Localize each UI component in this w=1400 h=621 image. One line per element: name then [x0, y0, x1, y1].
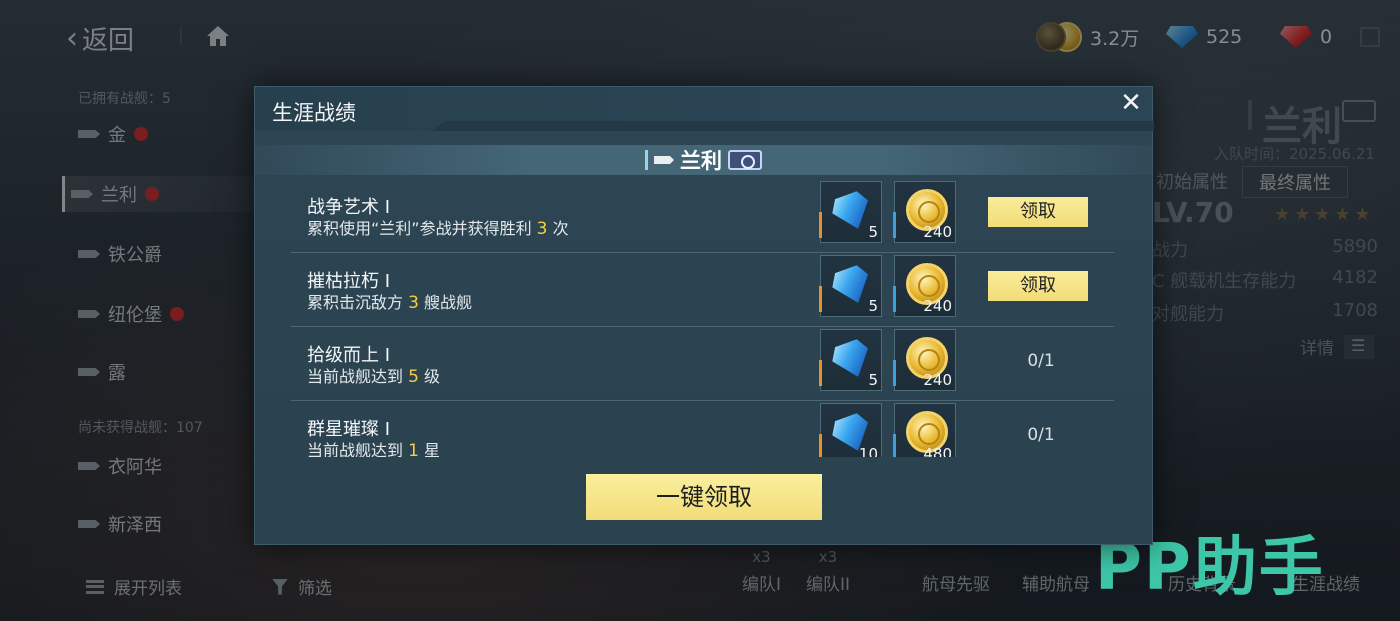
rarity-edge — [893, 212, 896, 238]
desc-count: 3 — [536, 219, 548, 239]
desc-text: 艘战舰 — [418, 293, 473, 312]
task-description: 当前战舰达到 1 星 — [307, 437, 440, 457]
task-description: 累积击沉敌方 3 艘战舰 — [307, 289, 472, 313]
rarity-edge — [819, 434, 822, 457]
task-row: 摧枯拉朽 I 累积击沉敌方 3 艘战舰 5 240 领取 — [291, 253, 1114, 327]
desc-count: 3 — [408, 293, 419, 313]
task-description: 累积使用“兰利”参战并获得胜利 3 次 — [307, 215, 569, 239]
rarity-edge — [893, 360, 896, 386]
task-list[interactable]: 战争艺术 I 累积使用“兰利”参战并获得胜利 3 次 5 240 领取 摧枯拉朽… — [291, 179, 1114, 457]
reward-diamond[interactable]: 10 — [819, 403, 882, 457]
banner-ship-name: 兰利 — [680, 149, 722, 173]
reward-gold[interactable]: 240 — [893, 255, 956, 317]
reward-diamond[interactable]: 5 — [819, 255, 882, 317]
reward-qty: 240 — [923, 223, 952, 241]
reward-qty: 5 — [868, 223, 878, 241]
desc-text: 级 — [418, 367, 441, 386]
rank-badge-icon — [728, 150, 762, 170]
reward-qty: 10 — [858, 445, 878, 457]
dialog-title: 生涯战绩 — [272, 101, 356, 125]
rarity-edge — [819, 286, 822, 312]
task-row: 群星璀璨 I 当前战舰达到 1 星 10 480 0/1 — [291, 401, 1114, 457]
claim-all-button[interactable]: 一键领取 — [586, 474, 822, 520]
dialog-header: 生涯战绩 ✕ — [255, 87, 1152, 131]
reward-gold[interactable]: 240 — [893, 329, 956, 391]
task-row: 拾级而上 I 当前战舰达到 5 级 5 240 0/1 — [291, 327, 1114, 401]
reward-diamond[interactable]: 5 — [819, 181, 882, 243]
reward-qty: 5 — [868, 297, 878, 315]
rarity-edge — [893, 434, 896, 457]
career-record-dialog: 生涯战绩 ✕ 兰利 战争艺术 I 累积使用“兰利”参战并获得胜利 3 次 5 2… — [254, 86, 1153, 545]
desc-text: 次 — [547, 219, 569, 238]
reward-gold[interactable]: 480 — [893, 403, 956, 457]
close-icon[interactable]: ✕ — [1116, 89, 1146, 119]
banner-accent — [645, 150, 648, 170]
task-description: 当前战舰达到 5 级 — [307, 363, 440, 387]
claim-button[interactable]: 领取 — [988, 197, 1088, 227]
rarity-edge — [819, 212, 822, 238]
ship-banner: 兰利 — [255, 145, 1152, 175]
claim-button[interactable]: 领取 — [988, 271, 1088, 301]
rarity-edge — [819, 360, 822, 386]
reward-gold[interactable]: 240 — [893, 181, 956, 243]
desc-count: 1 — [408, 441, 419, 457]
task-row: 战争艺术 I 累积使用“兰利”参战并获得胜利 3 次 5 240 领取 — [291, 179, 1114, 253]
reward-qty: 480 — [923, 445, 952, 457]
desc-text: 累积使用“兰利”参战并获得胜利 — [307, 219, 537, 238]
desc-count: 5 — [408, 367, 419, 387]
desc-text: 累积击沉敌方 — [307, 293, 409, 312]
reward-qty: 240 — [923, 371, 952, 389]
rarity-edge — [893, 286, 896, 312]
desc-text: 星 — [418, 441, 441, 457]
task-progress: 0/1 — [1027, 351, 1055, 371]
task-progress: 0/1 — [1027, 425, 1055, 445]
ship-hull-icon — [654, 156, 674, 164]
reward-qty: 5 — [868, 371, 878, 389]
reward-diamond[interactable]: 5 — [819, 329, 882, 391]
reward-qty: 240 — [923, 297, 952, 315]
desc-text: 当前战舰达到 — [307, 441, 409, 457]
desc-text: 当前战舰达到 — [307, 367, 409, 386]
